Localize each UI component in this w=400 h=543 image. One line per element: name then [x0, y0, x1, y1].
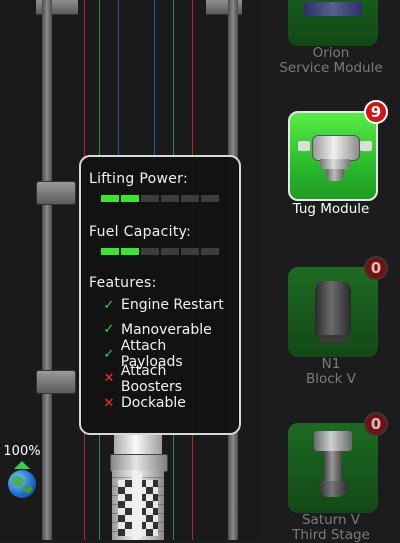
lifting-power-segment: [201, 195, 219, 202]
lifting-power-segment: [101, 195, 119, 202]
cross-icon: ✕: [103, 395, 115, 411]
feature-item: ✓ Engine Restart: [89, 293, 231, 318]
feature-label: Engine Restart: [121, 297, 224, 314]
saturn-v-engine: [324, 451, 342, 481]
orion-module-icon: [304, 2, 362, 16]
feature-label: Manoverable: [121, 321, 212, 338]
module-label-n1: N1 Block V: [262, 357, 400, 387]
checkmark-icon: ✓: [103, 322, 115, 338]
module-label-tug: Tug Module: [262, 202, 400, 217]
module-info-tooltip: Lifting Power: Fuel Capacity: Features: …: [79, 155, 241, 435]
lifting-power-label: Lifting Power:: [89, 171, 188, 187]
rocket-stripe: [132, 474, 142, 538]
tug-module-icon: [312, 135, 360, 161]
saturn-v-nozzle: [319, 481, 347, 497]
module-count-badge: 0: [364, 256, 388, 280]
module-count-badge: 9: [364, 100, 388, 124]
lifting-power-segment: [161, 195, 179, 202]
launch-indicator[interactable]: 100%: [2, 444, 42, 498]
module-palette[interactable]: Orion Service Module 9 Tug Module 0 N1 B…: [262, 0, 400, 543]
lifting-power-meter: [101, 195, 231, 202]
fuel-capacity-segment: [201, 248, 219, 255]
fuel-capacity-label: Fuel Capacity:: [89, 224, 192, 240]
module-count-badge: 0: [364, 412, 388, 436]
module-card-tug-module[interactable]: [288, 111, 378, 201]
fuel-capacity-segment: [141, 248, 159, 255]
lifting-power-segment: [121, 195, 139, 202]
feature-list: ✓ Engine Restart ✓ Manoverable ✓ Attach …: [89, 293, 231, 416]
fuel-capacity-segment: [101, 248, 119, 255]
module-label-line1: Orion: [312, 45, 350, 61]
feature-label: Dockable: [121, 395, 186, 412]
tug-nozzle: [326, 169, 344, 181]
module-label-line1: Saturn V: [301, 512, 361, 528]
module-label-line2: Service Module: [279, 60, 383, 76]
module-card-saturn-v-third-stage[interactable]: [288, 423, 378, 513]
module-label-line2: Third Stage: [292, 527, 370, 543]
fuel-capacity-meter: [101, 248, 231, 255]
module-card-orion-service-module[interactable]: [288, 0, 378, 46]
fuel-capacity-segment: [121, 248, 139, 255]
module-label-saturn-v: Saturn V Third Stage: [262, 513, 400, 543]
gantry-bracket-lower: [36, 370, 76, 394]
module-label-line1: Tug Module: [292, 201, 370, 217]
module-label-orion: Orion Service Module: [262, 46, 400, 76]
tug-engine-mount: [320, 159, 350, 169]
n1-module-icon: [315, 281, 351, 337]
up-arrow-icon: [14, 461, 30, 469]
gantry-bracket-upper: [36, 181, 76, 205]
features-label: Features:: [89, 275, 157, 291]
launch-percent: 100%: [3, 444, 41, 459]
module-label-line1: N1: [321, 356, 341, 372]
feature-label: Attach Boosters: [120, 362, 183, 395]
fuel-capacity-segment: [181, 248, 199, 255]
lifting-power-segment: [181, 195, 199, 202]
module-card-n1-block-v[interactable]: [288, 267, 378, 357]
checkmark-icon: ✓: [103, 297, 115, 313]
module-label-line2: Block V: [305, 371, 357, 387]
tug-thruster-right: [360, 141, 372, 151]
n1-module-base: [319, 335, 347, 343]
fuel-capacity-segment: [161, 248, 179, 255]
rocket-stack[interactable]: [104, 430, 172, 540]
checkmark-icon: ✓: [103, 346, 115, 362]
lifting-power-segment: [141, 195, 159, 202]
gantry-post-left: [42, 0, 52, 540]
tug-thruster-left: [298, 141, 310, 151]
feature-item: ✕ Attach Boosters: [89, 363, 231, 395]
saturn-v-module-icon: [314, 431, 352, 451]
rocket-neck: [114, 432, 162, 454]
globe-icon: [8, 470, 36, 498]
cross-icon: ✕: [103, 371, 115, 387]
